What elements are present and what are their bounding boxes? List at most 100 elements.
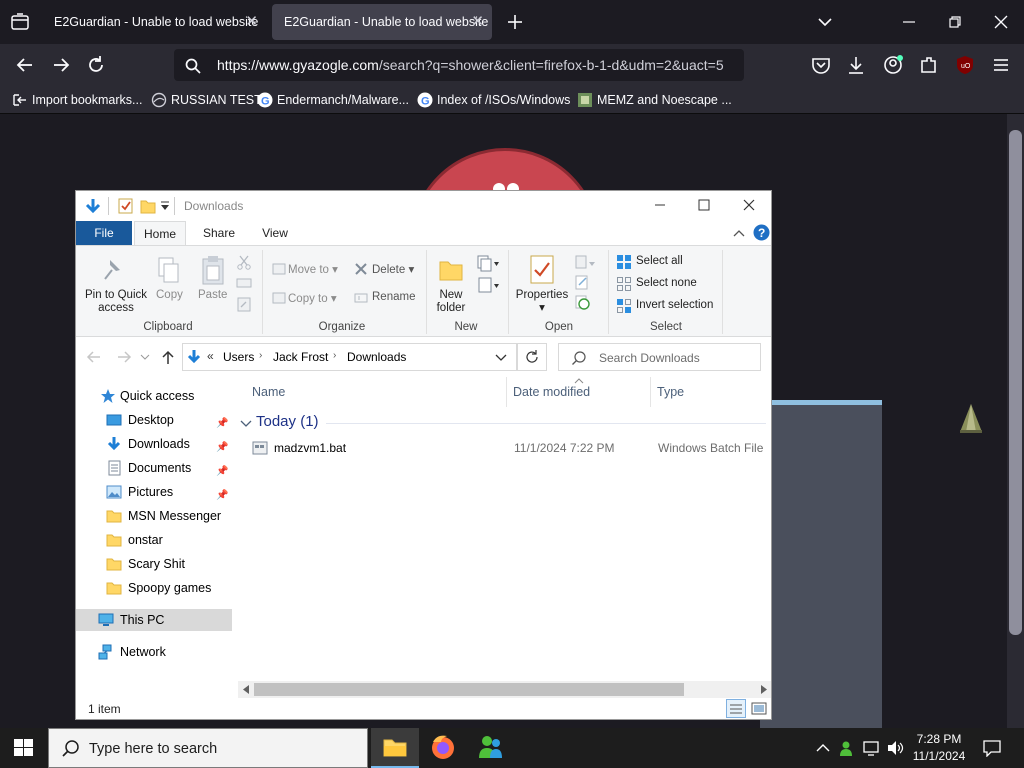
- horizontal-scrollbar-thumb[interactable]: [254, 683, 684, 696]
- scroll-right-icon[interactable]: [760, 685, 768, 694]
- paste-button[interactable]: Paste: [198, 289, 227, 301]
- address-bar[interactable]: « Users › Jack Frost › Downloads: [182, 343, 517, 371]
- group-header-today[interactable]: Today (1): [256, 413, 319, 430]
- invert-selection-icon[interactable]: [616, 298, 632, 314]
- pin-icon[interactable]: [100, 256, 128, 284]
- rename-button[interactable]: Rename: [372, 291, 415, 303]
- ublock-origin-icon[interactable]: uO: [952, 53, 978, 77]
- nav-onstar[interactable]: onstar: [76, 529, 163, 551]
- tab-share[interactable]: Share: [194, 221, 244, 245]
- refresh-button[interactable]: [517, 343, 547, 371]
- tab-view[interactable]: View: [252, 221, 298, 245]
- bookmark-russian-test[interactable]: RUSSIAN TEST: [151, 90, 262, 110]
- move-to-button[interactable]: Move to ▾: [288, 262, 338, 276]
- easy-access-icon[interactable]: [476, 276, 500, 294]
- pocket-icon[interactable]: [808, 53, 834, 77]
- bookmark-memz[interactable]: MEMZ and Noescape ...: [577, 90, 732, 110]
- copy-button[interactable]: Copy: [156, 289, 183, 301]
- new-folder-icon[interactable]: [438, 256, 464, 284]
- url-bar[interactable]: https://www.gyazogle.com/search?q=shower…: [174, 49, 744, 81]
- notifications-icon[interactable]: [982, 739, 1002, 757]
- show-hidden-icons-chevron-icon[interactable]: [815, 741, 831, 755]
- collapse-ribbon-chevron-icon[interactable]: [732, 227, 746, 239]
- close-window-icon[interactable]: [992, 13, 1010, 31]
- forward-arrow-icon[interactable]: [48, 53, 74, 77]
- download-icon[interactable]: [843, 53, 869, 77]
- search-downloads-input[interactable]: Search Downloads: [558, 343, 761, 371]
- account-icon[interactable]: [880, 53, 906, 77]
- breadcrumb-jack-frost[interactable]: Jack Frost: [273, 350, 328, 364]
- horizontal-scrollbar[interactable]: [238, 681, 771, 698]
- new-item-icon[interactable]: [476, 254, 500, 272]
- column-divider[interactable]: [506, 377, 507, 407]
- select-all-icon[interactable]: [616, 254, 632, 270]
- extensions-icon[interactable]: [916, 53, 942, 77]
- column-header-date-modified[interactable]: Date modified: [513, 385, 590, 399]
- nav-spoopy-games[interactable]: Spoopy games: [76, 577, 211, 599]
- large-icons-view-icon[interactable]: [750, 700, 768, 717]
- details-view-icon[interactable]: [726, 699, 746, 718]
- delete-x-icon[interactable]: [354, 262, 368, 276]
- windows-start-icon[interactable]: [14, 739, 34, 757]
- move-to-icon[interactable]: [272, 262, 286, 276]
- copy-path-icon[interactable]: [236, 276, 252, 290]
- nav-documents[interactable]: Documents 📌: [76, 457, 236, 479]
- paste-icon[interactable]: [200, 254, 226, 286]
- nav-network[interactable]: Network: [76, 641, 166, 663]
- taskbar-firefox[interactable]: [419, 728, 467, 768]
- properties-icon[interactable]: [528, 254, 556, 286]
- up-arrow-icon[interactable]: [160, 349, 176, 365]
- maximize-icon[interactable]: [696, 197, 712, 213]
- select-none-icon[interactable]: [616, 276, 632, 292]
- taskbar-file-explorer[interactable]: [371, 728, 419, 768]
- minimize-icon[interactable]: [652, 197, 668, 213]
- select-all-button[interactable]: Select all: [636, 255, 683, 267]
- restore-icon[interactable]: [946, 13, 964, 31]
- page-scrollbar-thumb[interactable]: [1009, 130, 1022, 635]
- edit-icon[interactable]: [574, 274, 590, 290]
- back-arrow-icon[interactable]: [12, 53, 38, 77]
- tab-home[interactable]: Home: [134, 221, 186, 245]
- column-header-name[interactable]: Name: [252, 385, 285, 399]
- tab-close-icon[interactable]: ✕: [471, 4, 484, 40]
- forward-arrow-icon[interactable]: [116, 349, 132, 365]
- properties-button[interactable]: Properties ▾: [514, 289, 570, 315]
- nav-quick-access[interactable]: Quick access: [76, 385, 194, 407]
- nav-msn-messenger[interactable]: MSN Messenger: [76, 505, 221, 527]
- msn-tray-icon[interactable]: [838, 739, 856, 757]
- bookmark-import[interactable]: Import bookmarks...: [12, 90, 142, 110]
- tab-close-icon[interactable]: ✕: [245, 4, 258, 40]
- browser-tab-active[interactable]: E2Guardian - Unable to load website ✕: [272, 4, 492, 40]
- nav-scary-shit[interactable]: Scary Shit: [76, 553, 185, 575]
- invert-selection-button[interactable]: Invert selection: [636, 299, 713, 311]
- cut-icon[interactable]: [236, 254, 252, 270]
- table-row[interactable]: madzvm1.bat 11/1/2024 7:22 PM Windows Ba…: [238, 437, 768, 459]
- tab-file[interactable]: File: [76, 221, 132, 245]
- paste-shortcut-icon[interactable]: [236, 296, 252, 312]
- select-none-button[interactable]: Select none: [636, 277, 697, 289]
- close-icon[interactable]: [741, 197, 757, 213]
- chevron-down-icon[interactable]: [816, 14, 834, 30]
- reload-icon[interactable]: [84, 53, 110, 77]
- taskbar-search-box[interactable]: Type here to search: [48, 728, 368, 768]
- recent-locations-chevron-icon[interactable]: [140, 353, 150, 361]
- taskbar-msn-messenger[interactable]: [467, 728, 515, 768]
- new-tab-plus-icon[interactable]: [505, 12, 525, 32]
- address-dropdown-chevron-icon[interactable]: [495, 354, 507, 362]
- network-tray-icon[interactable]: [862, 739, 882, 757]
- back-arrow-icon[interactable]: [86, 349, 102, 365]
- group-collapse-chevron-icon[interactable]: [240, 419, 252, 429]
- pin-quick-access-button[interactable]: Pin to Quick access: [84, 289, 148, 315]
- properties-checkbox-icon[interactable]: [118, 198, 134, 214]
- rename-icon[interactable]: [354, 291, 368, 305]
- nav-downloads[interactable]: Downloads 📌: [76, 433, 236, 455]
- copy-to-icon[interactable]: [272, 291, 286, 305]
- bookmark-endermanch[interactable]: G Endermanch/Malware...: [257, 90, 409, 110]
- taskbar-clock[interactable]: 7:28 PM 11/1/2024: [900, 731, 978, 765]
- customize-qa-chevron-icon[interactable]: [160, 201, 170, 211]
- nav-desktop[interactable]: Desktop 📌: [76, 409, 236, 431]
- menu-hamburger-icon[interactable]: [988, 53, 1014, 77]
- column-header-type[interactable]: Type: [657, 385, 684, 399]
- open-icon[interactable]: [574, 254, 596, 272]
- breadcrumb-separator-icon[interactable]: ›: [259, 350, 262, 361]
